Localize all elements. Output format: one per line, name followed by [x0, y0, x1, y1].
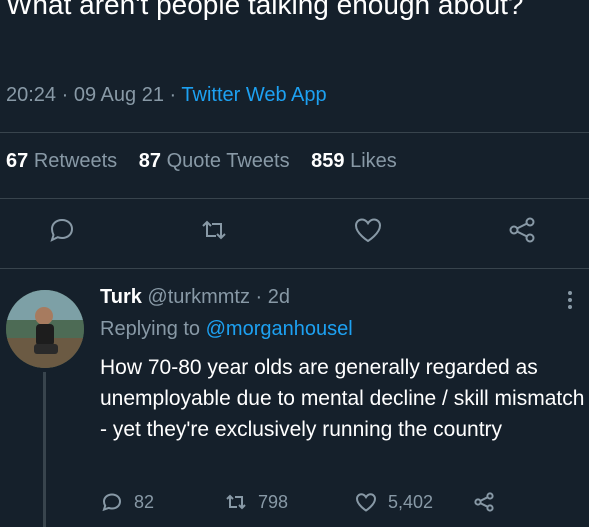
tweet-date[interactable]: 09 Aug 21 [74, 84, 164, 106]
tweet-source-link[interactable]: Twitter Web App [181, 84, 326, 106]
replying-to: Replying to @morganhousel [100, 318, 353, 341]
reply-icon [102, 493, 122, 512]
divider [0, 198, 589, 199]
engagement-stats: 67 Retweets 87 Quote Tweets 859 Likes [6, 150, 413, 173]
tweet-action-bar [0, 214, 589, 254]
reply-count: 82 [134, 491, 155, 512]
quote-tweets-label: Quote Tweets [166, 150, 290, 172]
share-button[interactable] [506, 214, 542, 250]
retweet-icon [226, 494, 246, 510]
like-icon [354, 218, 382, 243]
meta-separator: · [61, 84, 69, 106]
like-icon [355, 493, 377, 512]
header-separator: · [255, 286, 263, 308]
main-tweet-text: What aren't people talking enough about? [6, 0, 524, 20]
reply-share-button[interactable] [472, 486, 496, 518]
tweet-meta: 20:24 · 09 Aug 21 · Twitter Web App [6, 84, 327, 107]
avatar-image [6, 290, 84, 368]
likes-stat[interactable]: 859 Likes [311, 150, 397, 172]
divider [0, 268, 589, 269]
more-options-icon[interactable] [560, 288, 580, 314]
divider [0, 132, 589, 133]
reply-action-bar: 82 798 5,402 [100, 486, 580, 518]
avatar[interactable] [6, 290, 84, 368]
retweet-count: 798 [258, 491, 289, 512]
reply-reply-button[interactable]: 82 [100, 486, 154, 518]
reply-button[interactable] [46, 214, 82, 250]
retweets-stat[interactable]: 67 Retweets [6, 150, 123, 172]
like-count: 5,402 [388, 491, 434, 512]
share-icon [474, 492, 494, 512]
retweet-icon [202, 220, 226, 240]
reply-icon [50, 218, 74, 242]
meta-separator: · [169, 84, 177, 106]
quote-tweets-stat[interactable]: 87 Quote Tweets [139, 150, 295, 172]
replying-prefix: Replying to [100, 318, 201, 340]
share-icon [509, 217, 535, 243]
like-button[interactable] [352, 214, 388, 250]
author-handle[interactable]: @turkmmtz [147, 286, 250, 308]
likes-label: Likes [350, 150, 397, 172]
reply-header: Turk @turkmmtz · 2d [100, 286, 290, 309]
tweet-detail-page: What aren't people talking enough about?… [0, 0, 589, 527]
thread-line [43, 372, 46, 527]
reply-retweet-button[interactable]: 798 [224, 486, 288, 518]
author-name[interactable]: Turk [100, 286, 142, 308]
tweet-time[interactable]: 20:24 [6, 84, 56, 106]
mention-link[interactable]: @morganhousel [206, 318, 353, 340]
reply-like-button[interactable]: 5,402 [354, 486, 433, 518]
quote-tweets-count: 87 [138, 150, 161, 172]
likes-count: 859 [311, 150, 345, 172]
reply-text: How 70-80 year olds are generally regard… [100, 356, 585, 441]
retweets-count: 67 [6, 150, 29, 172]
retweets-label: Retweets [33, 150, 118, 172]
retweet-button[interactable] [198, 214, 234, 250]
reply-tweet[interactable]: Turk @turkmmtz · 2d Replying to @morganh… [0, 270, 589, 527]
tweet-age[interactable]: 2d [268, 286, 290, 308]
